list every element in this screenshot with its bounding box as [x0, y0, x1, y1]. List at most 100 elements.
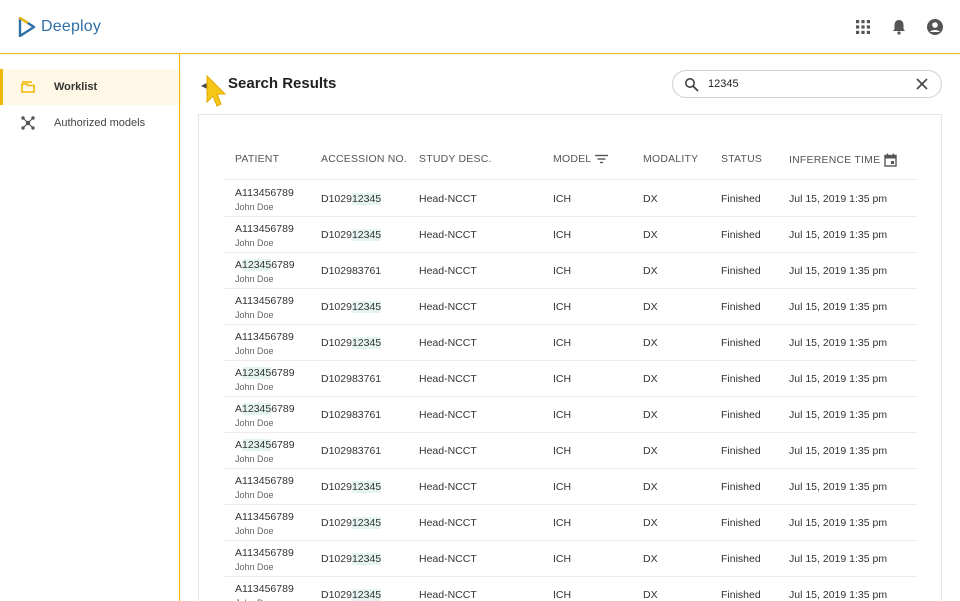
accession-number: D102912345: [321, 553, 382, 565]
modality: DX: [643, 373, 658, 385]
patient-id: A113456789: [235, 223, 294, 235]
patient-name: John Doe: [235, 562, 274, 572]
inference-time: Jul 15, 2019 1:35 pm: [789, 265, 888, 277]
patient-id: A113456789: [235, 511, 294, 523]
status-text: Finished: [721, 301, 761, 313]
model-name: ICH: [553, 409, 572, 421]
column-header-model[interactable]: MODEL: [553, 153, 609, 165]
search-match-highlight: 12345: [351, 481, 382, 493]
apps-grid-icon[interactable]: [854, 18, 872, 36]
modality: DX: [643, 265, 658, 277]
column-header-modality[interactable]: MODALITY: [643, 153, 698, 165]
column-header-accession[interactable]: ACCESSION NO.: [321, 153, 407, 165]
inference-time: Jul 15, 2019 1:35 pm: [789, 553, 888, 565]
status-text: Finished: [721, 481, 761, 493]
inference-time: Jul 15, 2019 1:35 pm: [789, 229, 888, 241]
accession-number: D102912345: [321, 193, 382, 205]
modality: DX: [643, 553, 658, 565]
table-row[interactable]: A113456789John DoeD102912345Head-NCCTICH…: [224, 289, 917, 325]
accession-number: D102983761: [321, 445, 382, 457]
patient-id: A123456789: [235, 439, 295, 451]
filter-icon[interactable]: [595, 154, 609, 164]
search-input[interactable]: [708, 76, 898, 92]
search-icon: [685, 78, 699, 92]
patient-id: A123456789: [235, 259, 295, 271]
status-text: Finished: [721, 589, 761, 601]
patient-name: John Doe: [235, 490, 274, 500]
status-text: Finished: [721, 265, 761, 277]
patient-id: A113456789: [235, 187, 294, 199]
top-header: Deeploy: [0, 0, 960, 54]
patient-name: John Doe: [235, 310, 274, 320]
model-name: ICH: [553, 517, 572, 529]
patient-name: John Doe: [235, 418, 274, 428]
table-row[interactable]: A113456789John DoeD102912345Head-NCCTICH…: [224, 469, 917, 505]
accession-number: D102912345: [321, 337, 382, 349]
search-match-highlight: 12345: [351, 337, 382, 349]
study-description: Head-NCCT: [419, 373, 477, 385]
column-header-patient[interactable]: PATIENT: [235, 153, 279, 165]
app-logo[interactable]: Deeploy: [18, 17, 101, 37]
modality: DX: [643, 193, 658, 205]
search-match-highlight: 12345: [351, 553, 382, 565]
modality: DX: [643, 337, 658, 349]
status-text: Finished: [721, 229, 761, 241]
column-header-inference-time[interactable]: INFERENCE TIME: [789, 153, 897, 167]
modality: DX: [643, 445, 658, 457]
models-icon: [20, 115, 36, 131]
table-row[interactable]: A123456789 John Doe D102983761 Head-NCCT ICH…: [224, 253, 917, 289]
accession-number: D102912345: [321, 301, 382, 313]
sidebar-item-worklist[interactable]: Worklist: [0, 69, 179, 105]
table-row[interactable]: A113456789John DoeD102912345Head-NCCTICH…: [224, 325, 917, 361]
search-match-highlight: 12345: [351, 589, 382, 601]
study-description: Head-NCCT: [419, 301, 477, 313]
study-description: Head-NCCT: [419, 445, 477, 457]
table-row[interactable]: A123456789 John Doe D102983761 Head-NCCT ICH…: [224, 361, 917, 397]
table-row[interactable]: A123456789 John Doe D102983761 Head-NCCT ICH…: [224, 433, 917, 469]
inference-time: Jul 15, 2019 1:35 pm: [789, 373, 888, 385]
table-row[interactable]: A123456789 John Doe D102983761 Head-NCCT ICH…: [224, 397, 917, 433]
sidebar: Worklist Authorized models: [0, 54, 180, 601]
study-description: Head-NCCT: [419, 481, 477, 493]
patient-id: A113456789: [235, 475, 294, 487]
modality: DX: [643, 517, 658, 529]
model-name: ICH: [553, 373, 572, 385]
study-description: Head-NCCT: [419, 409, 477, 421]
calendar-icon[interactable]: [884, 153, 897, 167]
patient-id: A113456789: [235, 295, 294, 307]
table-row[interactable]: A113456789John DoeD102912345Head-NCCTICH…: [224, 541, 917, 577]
model-name: ICH: [553, 229, 572, 241]
status-text: Finished: [721, 445, 761, 457]
table-row[interactable]: A113456789John DoeD102912345Head-NCCTICH…: [224, 217, 917, 253]
accession-number: D102983761: [321, 265, 382, 277]
search-match-highlight: 12345: [242, 439, 272, 451]
sidebar-item-label: Authorized models: [54, 117, 146, 129]
inference-time: Jul 15, 2019 1:35 pm: [789, 193, 888, 205]
study-description: Head-NCCT: [419, 517, 477, 529]
study-description: Head-NCCT: [419, 553, 477, 565]
table-row[interactable]: A113456789John DoeD102912345Head-NCCTICH…: [224, 577, 917, 601]
status-text: Finished: [721, 337, 761, 349]
account-avatar-icon[interactable]: [926, 18, 944, 36]
search-match-highlight: 12345: [351, 301, 382, 313]
table-row[interactable]: A113456789John DoeD102912345Head-NCCTICH…: [224, 505, 917, 541]
column-header-status[interactable]: STATUS: [721, 153, 762, 165]
modality: DX: [643, 229, 658, 241]
inference-time: Jul 15, 2019 1:35 pm: [789, 589, 888, 601]
patient-id: A123456789: [235, 367, 295, 379]
patient-name: John Doe: [235, 382, 274, 392]
notifications-bell-icon[interactable]: [890, 18, 908, 36]
model-name: ICH: [553, 553, 572, 565]
column-header-study[interactable]: STUDY DESC.: [419, 153, 492, 165]
sidebar-item-authorized-models[interactable]: Authorized models: [0, 105, 179, 141]
status-text: Finished: [721, 553, 761, 565]
status-text: Finished: [721, 373, 761, 385]
patient-id: A113456789: [235, 583, 294, 595]
patient-name: John Doe: [235, 202, 274, 212]
clear-search-icon[interactable]: [915, 77, 929, 91]
search-match-highlight: 12345: [351, 229, 382, 241]
deeploy-logo-icon: [18, 17, 36, 37]
accession-number: D102912345: [321, 517, 382, 529]
app-name: Deeploy: [41, 18, 102, 35]
table-row[interactable]: A113456789John DoeD102912345Head-NCCTICH…: [224, 181, 917, 217]
